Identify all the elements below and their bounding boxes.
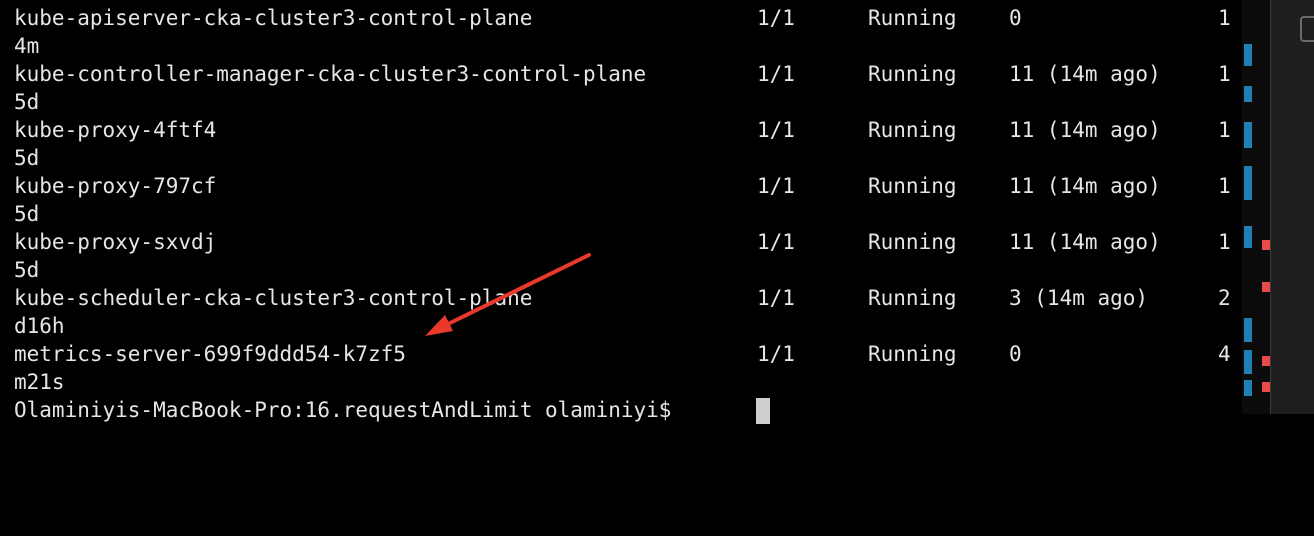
pod-name: metrics-server-699f9ddd54-k7zf5 xyxy=(14,342,406,366)
pod-row: kube-scheduler-cka-cluster3-control-plan… xyxy=(14,284,1242,312)
pod-age-wrap: m21s xyxy=(14,370,65,394)
pod-row: metrics-server-699f9ddd54-k7zf5 1/1 Runn… xyxy=(14,340,1242,368)
pod-ready: 1/1 xyxy=(757,286,795,310)
pod-restarts: 0 xyxy=(1009,6,1022,30)
pod-age-wrap: 4m xyxy=(14,34,40,58)
panel-toggle-icon[interactable] xyxy=(1300,16,1314,42)
pod-name: kube-proxy-797cf xyxy=(14,174,217,198)
pod-age-head: 2 xyxy=(1218,286,1231,310)
pod-age-wrap: 5d xyxy=(14,202,40,226)
pod-age-head: 4 xyxy=(1218,342,1231,366)
pod-age-head: 1 xyxy=(1218,62,1231,86)
pod-status: Running xyxy=(868,118,957,142)
pod-status: Running xyxy=(868,342,957,366)
shell-prompt: Olaminiyis-MacBook-Pro:16.requestAndLimi… xyxy=(14,398,685,422)
change-marker xyxy=(1244,226,1252,248)
pod-age-head: 1 xyxy=(1218,174,1231,198)
pod-name: kube-apiserver-cka-cluster3-control-plan… xyxy=(14,6,533,30)
pod-age-head: 1 xyxy=(1218,230,1231,254)
pod-row: kube-controller-manager-cka-cluster3-con… xyxy=(14,60,1242,88)
pod-row: kube-proxy-4ftf4 1/1 Running 11 (14m ago… xyxy=(14,116,1242,144)
pod-age-wrap: 5d xyxy=(14,90,40,114)
pod-ready: 1/1 xyxy=(757,6,795,30)
error-marker xyxy=(1262,240,1270,250)
side-panel xyxy=(1270,0,1314,414)
error-marker xyxy=(1262,356,1270,366)
pod-ready: 1/1 xyxy=(757,174,795,198)
pod-restarts: 11 (14m ago) xyxy=(1009,118,1161,142)
pod-status: Running xyxy=(868,230,957,254)
change-marker xyxy=(1244,122,1252,148)
shell-prompt-line[interactable]: Olaminiyis-MacBook-Pro:16.requestAndLimi… xyxy=(14,396,1242,424)
pod-status: Running xyxy=(868,62,957,86)
pod-age-wrap: d16h xyxy=(14,314,65,338)
pod-status: Running xyxy=(868,286,957,310)
pod-name: kube-proxy-sxvdj xyxy=(14,230,217,254)
pod-restarts: 11 (14m ago) xyxy=(1009,62,1161,86)
pod-row: kube-proxy-797cf 1/1 Running 11 (14m ago… xyxy=(14,172,1242,200)
pod-ready: 1/1 xyxy=(757,342,795,366)
terminal-output[interactable]: kube-apiserver-cka-cluster3-control-plan… xyxy=(0,0,1242,424)
pod-name: kube-proxy-4ftf4 xyxy=(14,118,217,142)
pod-age-wrap: 5d xyxy=(14,258,40,282)
error-marker xyxy=(1262,382,1270,392)
pod-row: kube-proxy-sxvdj 1/1 Running 11 (14m ago… xyxy=(14,228,1242,256)
pod-ready: 1/1 xyxy=(757,230,795,254)
pod-name: kube-scheduler-cka-cluster3-control-plan… xyxy=(14,286,533,310)
overview-ruler[interactable] xyxy=(1242,0,1270,414)
change-marker xyxy=(1244,318,1252,342)
change-marker xyxy=(1244,350,1252,374)
change-marker xyxy=(1244,44,1252,66)
pod-ready: 1/1 xyxy=(757,62,795,86)
error-marker xyxy=(1262,282,1270,292)
panel-divider xyxy=(1270,0,1271,414)
pod-restarts: 11 (14m ago) xyxy=(1009,174,1161,198)
change-marker xyxy=(1244,380,1252,396)
pod-status: Running xyxy=(868,174,957,198)
change-marker xyxy=(1244,166,1252,200)
pod-age-head: 1 xyxy=(1218,118,1231,142)
pod-age-head: 1 xyxy=(1218,6,1231,30)
pod-name: kube-controller-manager-cka-cluster3-con… xyxy=(14,62,647,86)
text-cursor xyxy=(756,398,770,424)
pod-row: kube-apiserver-cka-cluster3-control-plan… xyxy=(14,4,1242,32)
pod-restarts: 11 (14m ago) xyxy=(1009,230,1161,254)
pod-age-wrap: 5d xyxy=(14,146,40,170)
pod-restarts: 0 xyxy=(1009,342,1022,366)
pod-status: Running xyxy=(868,6,957,30)
pod-ready: 1/1 xyxy=(757,118,795,142)
pod-restarts: 3 (14m ago) xyxy=(1009,286,1149,310)
change-marker xyxy=(1244,86,1252,102)
